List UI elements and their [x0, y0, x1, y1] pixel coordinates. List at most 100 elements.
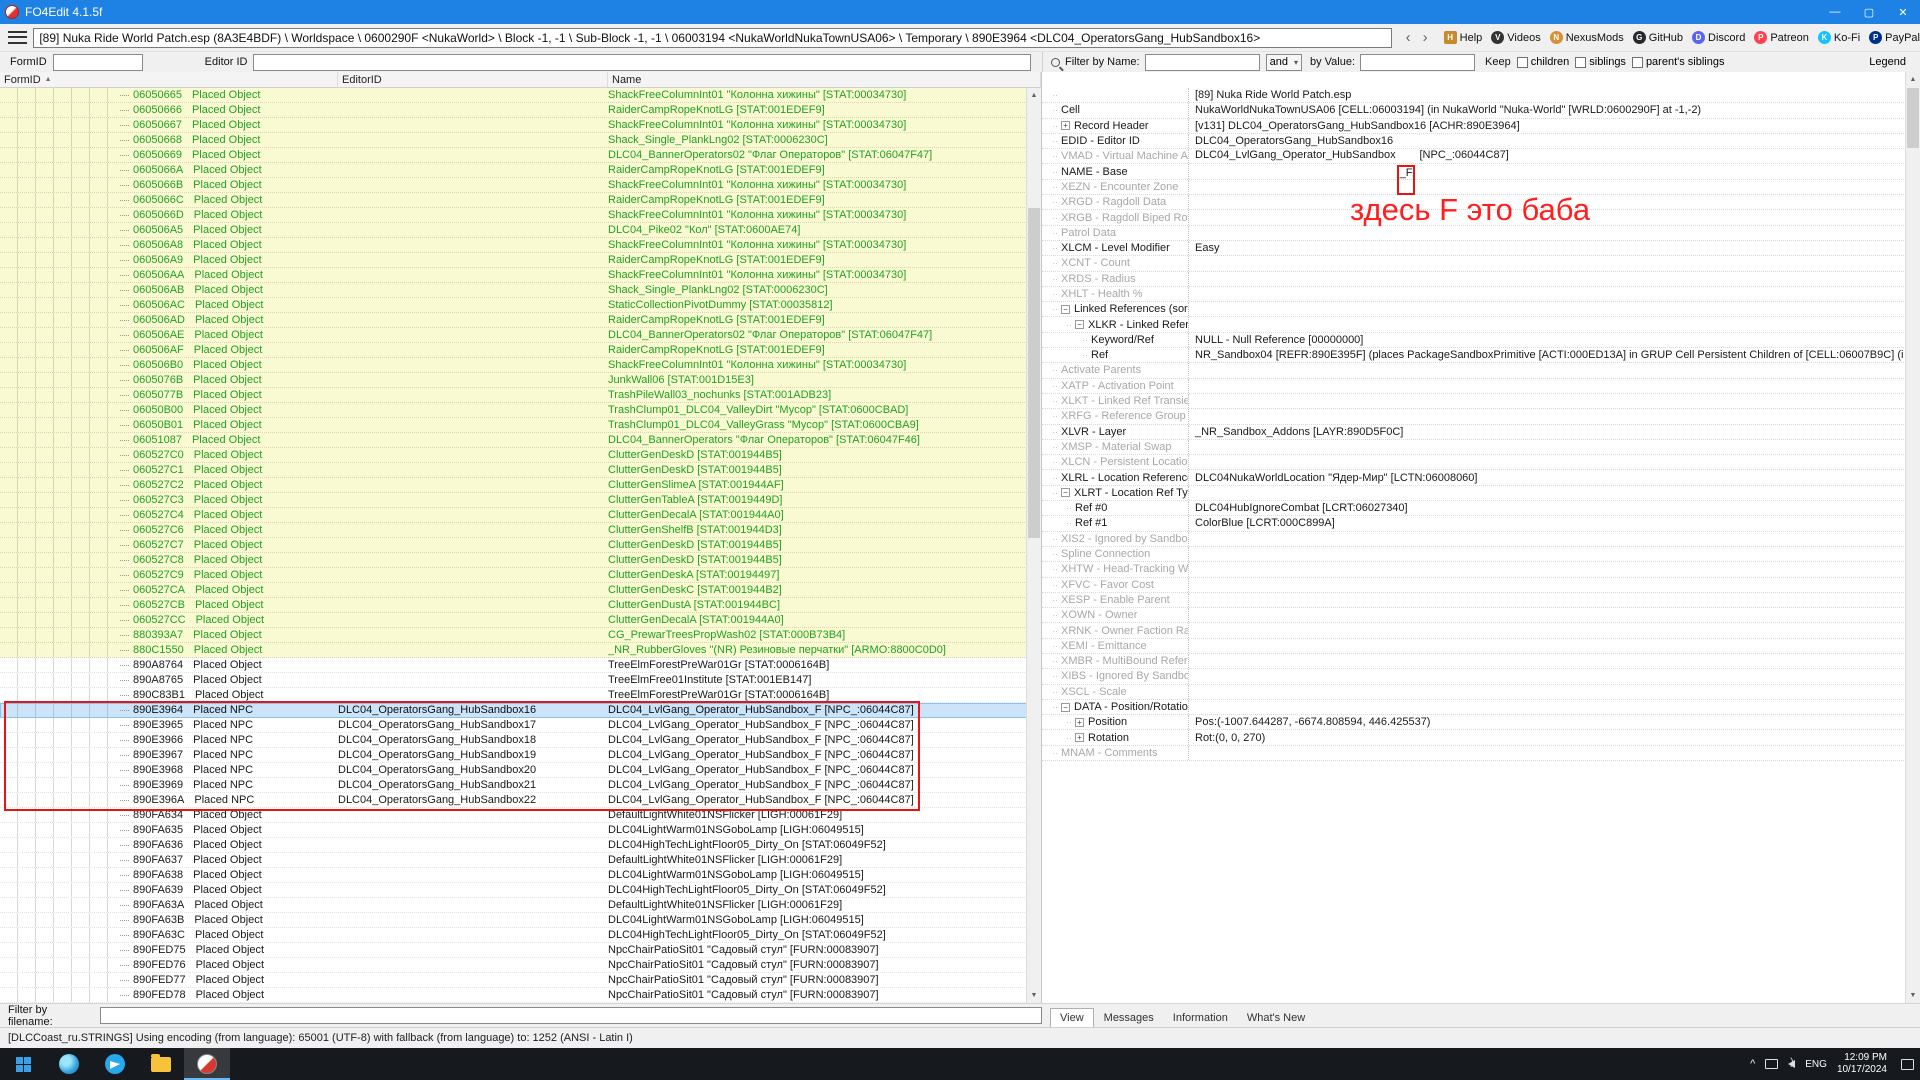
taskbar-telegram[interactable] — [92, 1048, 138, 1080]
scroll-up-icon[interactable]: ▲ — [1027, 88, 1041, 103]
detail-row[interactable]: EDID - Editor IDDLC04_OperatorsGang_HubS… — [1042, 134, 1904, 149]
checkbox-icon[interactable] — [1575, 57, 1586, 68]
detail-row[interactable]: XLKT - Linked Ref Transient — [1042, 394, 1904, 409]
expander-icon[interactable]: − — [1061, 703, 1070, 712]
details-scrollbar[interactable]: ▲ ▼ — [1905, 72, 1920, 1003]
filter-value-input[interactable] — [1360, 54, 1475, 71]
detail-row[interactable]: XLRL - Location ReferenceDLC04NukaWorldL… — [1042, 470, 1904, 485]
tab-what-s-new[interactable]: What's New — [1238, 1009, 1314, 1027]
tree-scrollbar[interactable]: ▲ ▼ — [1026, 88, 1041, 1003]
table-row[interactable]: 060527C3Placed ObjectClutterGenTableA [S… — [0, 493, 1041, 508]
table-row[interactable]: 890E3966Placed NPCDLC04_OperatorsGang_Hu… — [0, 733, 1041, 748]
checkbox-children[interactable]: children — [1517, 56, 1570, 68]
checkbox-parents-siblings[interactable]: parent's siblings — [1632, 56, 1725, 68]
detail-row[interactable]: −Linked References (sorted) — [1042, 302, 1904, 317]
scroll-down-icon[interactable]: ▼ — [1906, 988, 1920, 1003]
table-row[interactable]: 060506A9Placed ObjectRaiderCampRopeKnotL… — [0, 253, 1041, 268]
table-row[interactable]: 890FA63APlaced ObjectDefaultLightWhite01… — [0, 898, 1041, 913]
table-row[interactable]: 060506AAPlaced ObjectShackFreeColumnInt0… — [0, 268, 1041, 283]
table-row[interactable]: 060506ADPlaced ObjectRaiderCampRopeKnotL… — [0, 313, 1041, 328]
link-help[interactable]: HHelp — [1444, 31, 1483, 44]
breadcrumb[interactable]: [89] Nuka Ride World Patch.esp (8A3E4BDF… — [33, 28, 1391, 48]
column-header-formid[interactable]: FormID▲ — [0, 72, 338, 87]
table-row[interactable]: 890FA634Placed ObjectDefaultLightWhite01… — [0, 808, 1041, 823]
table-row[interactable]: 0605066DPlaced ObjectShackFreeColumnInt0… — [0, 208, 1041, 223]
detail-row[interactable]: XHLT - Health % — [1042, 287, 1904, 302]
table-row[interactable]: 880393A7Placed ObjectCG_PrewarTreesPropW… — [0, 628, 1041, 643]
column-header-name[interactable]: Name — [608, 72, 1041, 87]
expander-icon[interactable]: + — [1075, 733, 1084, 742]
detail-row[interactable]: +Record Header[v131] DLC04_OperatorsGang… — [1042, 119, 1904, 134]
table-row[interactable]: 0605076BPlaced ObjectJunkWall06 [STAT:00… — [0, 373, 1041, 388]
detail-row[interactable]: XHTW - Head-Tracking Weig... — [1042, 562, 1904, 577]
link-videos[interactable]: VVideos — [1491, 31, 1540, 44]
table-row[interactable]: 06050669Placed ObjectDLC04_BannerOperato… — [0, 148, 1041, 163]
table-row[interactable]: 060506ABPlaced ObjectShack_Single_PlankL… — [0, 283, 1041, 298]
filter-name-input[interactable] — [1145, 54, 1260, 71]
table-row[interactable]: 060527C2Placed ObjectClutterGenSlimeA [S… — [0, 478, 1041, 493]
table-row[interactable]: 06050666Placed ObjectRaiderCampRopeKnotL… — [0, 103, 1041, 118]
detail-row[interactable]: Spline Connection — [1042, 547, 1904, 562]
tab-information[interactable]: Information — [1164, 1009, 1237, 1027]
tab-messages[interactable]: Messages — [1095, 1009, 1163, 1027]
expander-icon[interactable]: − — [1061, 305, 1070, 314]
detail-row[interactable]: XATP - Activation Point — [1042, 379, 1904, 394]
table-row[interactable]: 06050668Placed ObjectShack_Single_PlankL… — [0, 133, 1041, 148]
menu-icon[interactable] — [8, 30, 27, 46]
detail-row[interactable]: XIBS - Ignored By Sandbox — [1042, 669, 1904, 684]
table-row[interactable]: 060506B0Placed ObjectShackFreeColumnInt0… — [0, 358, 1041, 373]
checkbox-siblings[interactable]: siblings — [1575, 56, 1626, 68]
table-row[interactable]: 890E396APlaced NPCDLC04_OperatorsGang_Hu… — [0, 793, 1041, 808]
detail-row[interactable]: [89] Nuka Ride World Patch.esp — [1042, 88, 1904, 103]
filename-filter-input[interactable] — [100, 1007, 1042, 1024]
detail-row[interactable]: XIS2 - Ignored by Sandbox — [1042, 532, 1904, 547]
table-row[interactable]: 0605077BPlaced ObjectTrashPileWall03_noc… — [0, 388, 1041, 403]
table-row[interactable]: 890FA638Placed ObjectDLC04LightWarm01NSG… — [0, 868, 1041, 883]
minimize-button[interactable]: — — [1818, 0, 1852, 24]
detail-row[interactable]: NAME - BaseDLC04_LvlGang_Operator_HubSan… — [1042, 164, 1904, 179]
table-row[interactable]: 890A8764Placed ObjectTreeElmForestPreWar… — [0, 658, 1041, 673]
detail-row[interactable]: XEMI - Emittance — [1042, 639, 1904, 654]
nav-forward-button[interactable]: › — [1417, 29, 1434, 46]
link-ko-fi[interactable]: KKo-Fi — [1818, 31, 1860, 44]
tray-chevron-icon[interactable]: ^ — [1750, 1058, 1755, 1070]
link-nexusmods[interactable]: NNexusMods — [1550, 31, 1624, 44]
detail-row[interactable]: Keyword/RefNULL - Null Reference [000000… — [1042, 333, 1904, 348]
table-row[interactable]: 890E3968Placed NPCDLC04_OperatorsGang_Hu… — [0, 763, 1041, 778]
checkbox-icon[interactable] — [1632, 57, 1643, 68]
detail-row[interactable]: XMBR - MultiBound Reference — [1042, 654, 1904, 669]
detail-row[interactable]: XSCL - Scale — [1042, 685, 1904, 700]
table-row[interactable]: 060527C6Placed ObjectClutterGenShelfB [S… — [0, 523, 1041, 538]
link-discord[interactable]: DDiscord — [1692, 31, 1745, 44]
link-patreon[interactable]: PPatreon — [1754, 31, 1809, 44]
table-row[interactable]: 890E3967Placed NPCDLC04_OperatorsGang_Hu… — [0, 748, 1041, 763]
expander-icon[interactable]: − — [1075, 320, 1084, 329]
table-row[interactable]: 060527C1Placed ObjectClutterGenDeskD [ST… — [0, 463, 1041, 478]
table-row[interactable]: 060527C0Placed ObjectClutterGenDeskD [ST… — [0, 448, 1041, 463]
tray-language[interactable]: ENG — [1805, 1059, 1827, 1070]
detail-row[interactable]: +RotationRot:(0, 0, 270) — [1042, 730, 1904, 745]
table-row[interactable]: 060527C7Placed ObjectClutterGenDeskD [ST… — [0, 538, 1041, 553]
editorid-input[interactable] — [253, 54, 1031, 71]
table-row[interactable]: 06051087Placed ObjectDLC04_BannerOperato… — [0, 433, 1041, 448]
detail-row[interactable]: +PositionPos:(-1007.644287, -6674.808594… — [1042, 715, 1904, 730]
table-row[interactable]: 880C1550Placed Object_NR_RubberGloves "(… — [0, 643, 1041, 658]
expander-icon[interactable]: + — [1061, 121, 1070, 130]
table-row[interactable]: 060506AEPlaced ObjectDLC04_BannerOperato… — [0, 328, 1041, 343]
taskbar-file-explorer[interactable] — [138, 1048, 184, 1080]
detail-row[interactable]: XRFG - Reference Group — [1042, 409, 1904, 424]
table-row[interactable]: 060506A5Placed ObjectDLC04_Pike02 "Кол" … — [0, 223, 1041, 238]
filter-operator-select[interactable]: and▾ — [1266, 54, 1302, 71]
column-header-editorid[interactable]: EditorID — [338, 72, 608, 87]
table-row[interactable]: 060506A8Placed ObjectShackFreeColumnInt0… — [0, 238, 1041, 253]
taskbar-fo4edit[interactable] — [184, 1048, 230, 1080]
taskbar-edge-browser[interactable] — [46, 1048, 92, 1080]
detail-row[interactable]: XMSP - Material Swap — [1042, 440, 1904, 455]
table-row[interactable]: 0605066BPlaced ObjectShackFreeColumnInt0… — [0, 178, 1041, 193]
table-row[interactable]: 890FED75Placed ObjectNpcChairPatioSit01 … — [0, 943, 1041, 958]
expander-icon[interactable]: + — [1075, 718, 1084, 727]
detail-row[interactable]: MNAM - Comments — [1042, 746, 1904, 761]
detail-row[interactable]: −DATA - Position/Rotation — [1042, 700, 1904, 715]
detail-row[interactable]: XLCM - Level ModifierEasy — [1042, 241, 1904, 256]
table-row[interactable]: 060527C9Placed ObjectClutterGenDeskA [ST… — [0, 568, 1041, 583]
